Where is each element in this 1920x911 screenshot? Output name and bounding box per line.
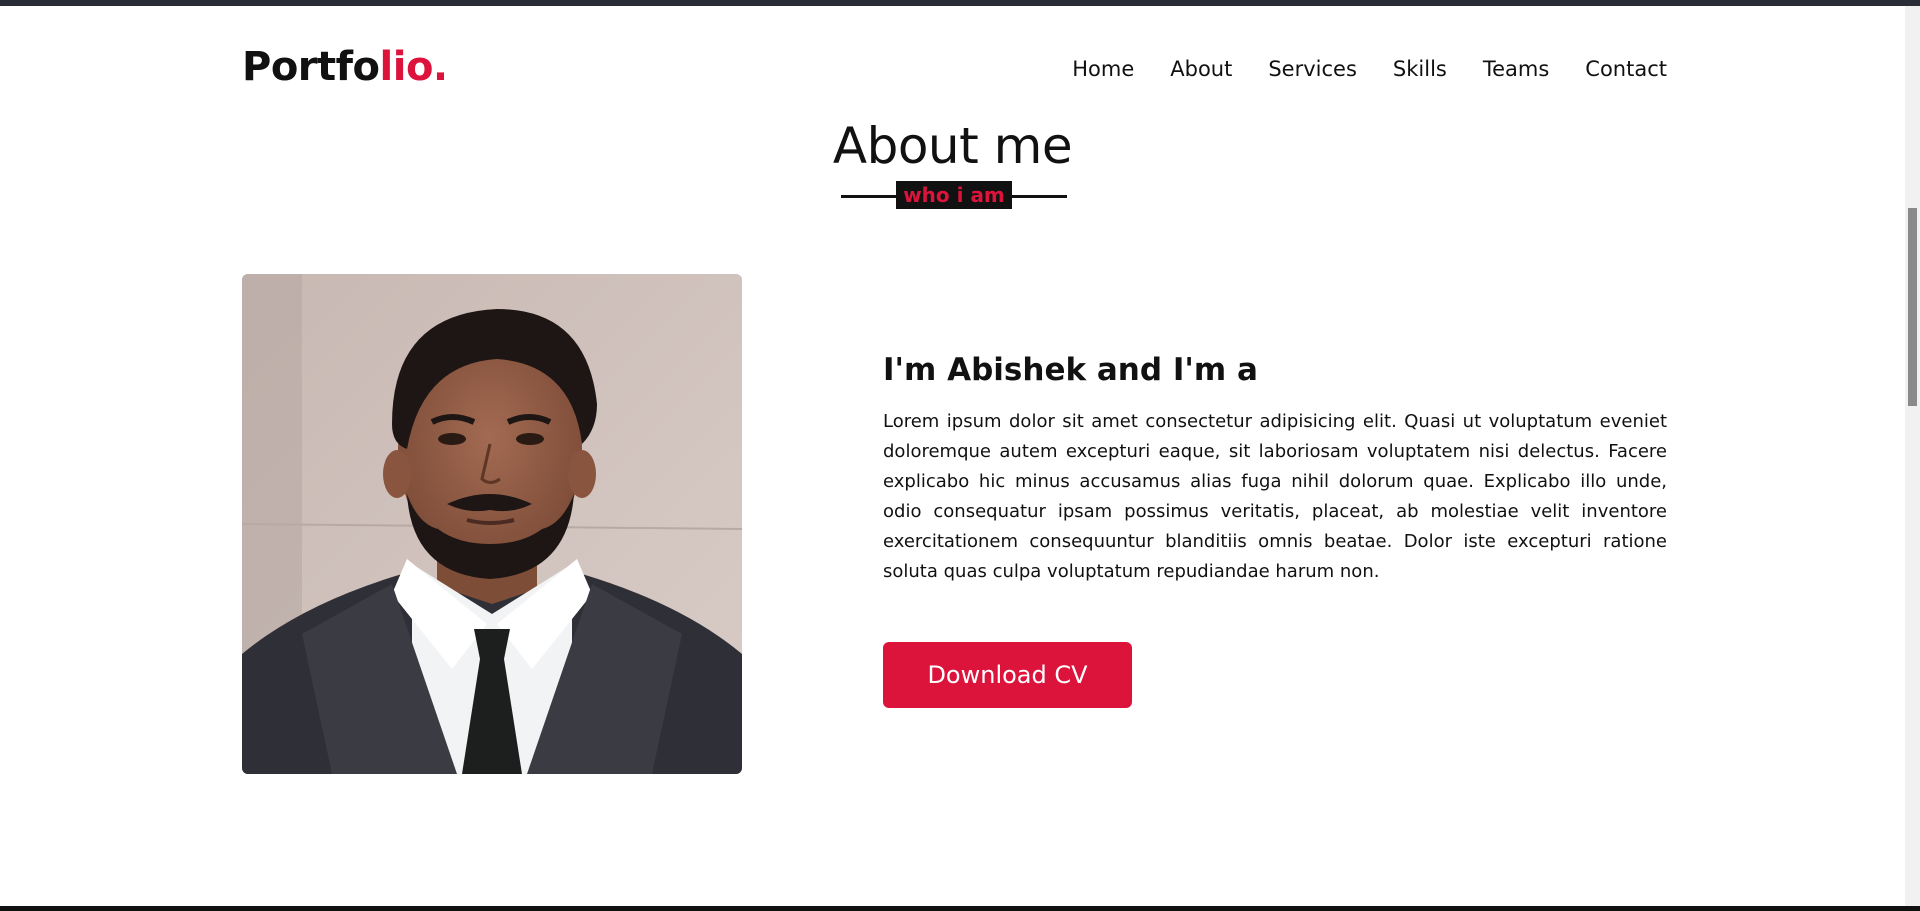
profile-photo-illustration <box>242 274 742 774</box>
nav-link-skills[interactable]: Skills <box>1393 54 1447 84</box>
nav-link-about[interactable]: About <box>1170 54 1232 84</box>
nav-link-services[interactable]: Services <box>1268 54 1357 84</box>
nav-link-contact[interactable]: Contact <box>1585 54 1667 84</box>
nav-link-home[interactable]: Home <box>1072 54 1134 84</box>
page-scrollbar[interactable] <box>1905 6 1920 906</box>
portfolio-logo[interactable]: Portfolio. <box>242 42 448 92</box>
profile-photo <box>242 274 742 774</box>
logo-main-text: Portfo <box>242 44 380 90</box>
section-subtitle: who i am <box>896 181 1012 209</box>
about-heading: I'm Abishek and I'm a <box>883 352 1258 388</box>
download-cv-button[interactable]: Download CV <box>883 642 1132 708</box>
section-title: About me <box>832 117 1073 175</box>
logo-accent-text: lio. <box>379 44 449 90</box>
nav-link-teams[interactable]: Teams <box>1483 54 1549 84</box>
main-navigation: Home About Services Skills Teams Contact <box>1072 54 1667 84</box>
section-subtitle-decoration: who i am <box>841 180 1067 210</box>
window-bottom-bar <box>0 906 1920 911</box>
window-top-bar <box>0 0 1920 6</box>
scrollbar-thumb[interactable] <box>1908 208 1917 406</box>
about-paragraph: Lorem ipsum dolor sit amet consectetur a… <box>883 411 1667 582</box>
